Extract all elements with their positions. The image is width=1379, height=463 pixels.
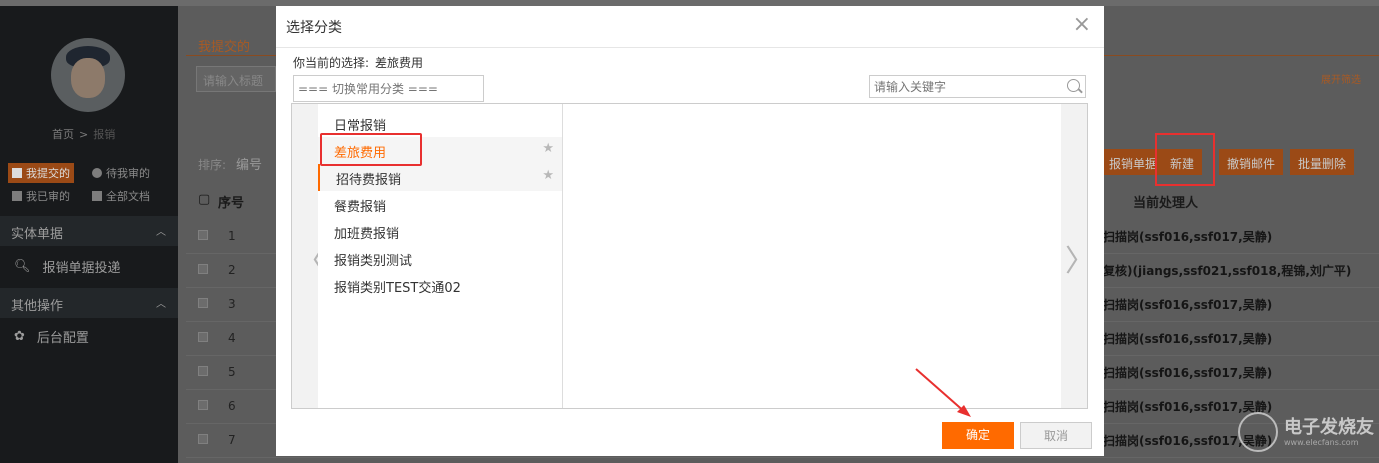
row-handler: 扫描岗(ssf016,ssf017,吴静) — [1103, 298, 1273, 312]
new-button-highlight — [1155, 133, 1215, 186]
breadcrumb-home[interactable]: 首页 — [52, 128, 74, 141]
close-icon[interactable]: × — [1073, 14, 1091, 36]
edit-icon — [12, 168, 22, 178]
row-seq: 6 — [228, 399, 236, 413]
nav-to-review-label: 待我审的 — [106, 167, 150, 180]
chevron-right-icon: 〉 — [1065, 244, 1095, 279]
category-item[interactable]: 报销类别TEST交通02 — [318, 272, 562, 299]
search-icon: 🔍︎ — [14, 259, 31, 274]
column-header-handler: 当前处理人 — [1133, 196, 1199, 211]
chevron-up-icon: ︿ — [156, 299, 166, 310]
row-checkbox[interactable] — [198, 434, 208, 444]
sort-label: 排序: — [198, 158, 227, 172]
gear-icon: ✿ — [14, 329, 25, 344]
category-label: 招待费报销 — [336, 173, 402, 188]
user-icon — [92, 168, 102, 178]
star-icon[interactable]: ★ — [542, 141, 554, 156]
prev-page-button[interactable]: 〈 — [292, 104, 326, 408]
category-label: 餐费报销 — [334, 200, 387, 215]
section-other-ops[interactable]: 其他操作 ︿ — [0, 288, 178, 318]
sidebar-item-doc-delivery-label: 报销单据投递 — [42, 261, 121, 276]
breadcrumb: 首页 > 报销 — [52, 126, 115, 142]
category-label: 报销类别TEST交通02 — [334, 281, 461, 296]
watermark-url: www.elecfans.com — [1284, 437, 1359, 447]
row-handler: 复核)(jiangs,ssf021,ssf018,程锦,刘广平) — [1103, 264, 1352, 278]
row-checkbox[interactable] — [198, 366, 208, 376]
sidebar-item-doc-delivery[interactable]: 🔍︎ 报销单据投递 — [14, 257, 121, 276]
batch-delete-button[interactable]: 批量删除 — [1290, 149, 1355, 175]
row-seq: 3 — [228, 297, 236, 311]
category-label: 报销类别测试 — [334, 254, 413, 269]
cancel-button[interactable]: 取消 — [1020, 422, 1092, 449]
brand-logo-icon — [1238, 412, 1278, 452]
next-page-button[interactable]: 〉 — [1061, 104, 1095, 408]
category-item[interactable]: 加班费报销 — [318, 218, 562, 245]
section-other-ops-title: 其他操作 — [11, 299, 64, 314]
row-checkbox[interactable] — [198, 230, 208, 240]
sort-code-option[interactable]: 编号 — [236, 158, 262, 173]
watermark: 电子发烧友 www.elecfans.com — [1238, 412, 1374, 452]
section-entity-docs-title: 实体单据 — [11, 227, 64, 242]
breadcrumb-separator: > — [79, 128, 89, 141]
dialog-title: 选择分类 — [286, 20, 342, 36]
nav-my-submitted-label: 我提交的 — [26, 167, 70, 180]
nav-reviewed[interactable]: 我已审的 — [12, 188, 70, 204]
row-handler: 扫描岗(ssf016,ssf017,吴静) — [1103, 332, 1273, 346]
current-selection-value: 差旅费用 — [375, 56, 424, 70]
revoke-email-button[interactable]: 撤销邮件 — [1219, 149, 1284, 175]
nav-my-submitted[interactable]: 我提交的 — [8, 163, 74, 183]
sidebar-item-backend-config-label: 后台配置 — [36, 331, 89, 346]
current-selection: 你当前的选择: 差旅费用 — [293, 54, 423, 71]
category-item[interactable]: 餐费报销 — [318, 191, 562, 218]
nav-reviewed-label: 我已审的 — [26, 190, 70, 203]
select-all-checkbox[interactable]: ▢ — [198, 192, 210, 207]
column-header-seq: 序号 — [218, 196, 245, 211]
dialog-divider — [276, 47, 1104, 48]
category-item[interactable]: 招待费报销 ★ — [318, 164, 562, 191]
category-label: 加班费报销 — [334, 227, 400, 242]
watermark-text: 电子发烧友 www.elecfans.com — [1284, 416, 1374, 447]
category-item[interactable]: 报销类别测试 — [318, 245, 562, 272]
row-checkbox[interactable] — [198, 332, 208, 342]
keyword-search-input[interactable] — [869, 75, 1086, 98]
row-seq: 2 — [228, 263, 236, 277]
star-icon[interactable]: ★ — [542, 168, 554, 183]
current-selection-label: 你当前的选择: — [293, 56, 370, 70]
sort-bar: 排序: 编号 — [198, 154, 262, 173]
sidebar-item-backend-config[interactable]: ✿ 后台配置 — [14, 327, 89, 346]
row-seq: 4 — [228, 331, 236, 345]
row-handler: 扫描岗(ssf016,ssf017,吴静) — [1103, 230, 1273, 244]
common-category-switch[interactable] — [293, 75, 484, 102]
sidebar: 首页 > 报销 我提交的 待我审的 我已审的 全部文档 实体单据 ︿ 🔍︎ 报销单据投递… — [0, 6, 178, 463]
category-label: 日常报销 — [334, 119, 387, 134]
row-checkbox[interactable] — [198, 264, 208, 274]
search-icon[interactable] — [1067, 79, 1080, 92]
section-entity-docs[interactable]: 实体单据 ︿ — [0, 216, 178, 246]
row-seq: 7 — [228, 433, 236, 447]
select-category-dialog: 选择分类 × 你当前的选择: 差旅费用 〈 日常报销 差旅费用 ★ 招待费报销 ★ 餐… — [276, 6, 1104, 456]
selected-category-highlight — [320, 133, 422, 166]
row-handler: 扫描岗(ssf016,ssf017,吴静) — [1103, 366, 1273, 380]
user-avatar[interactable] — [51, 38, 125, 112]
tab-my-submitted[interactable]: 我提交的 — [198, 36, 250, 55]
watermark-title: 电子发烧友 — [1284, 416, 1374, 438]
breadcrumb-current: 报销 — [93, 128, 116, 141]
document-icon — [12, 191, 22, 201]
avatar-face — [71, 58, 105, 98]
row-checkbox[interactable] — [198, 400, 208, 410]
nav-all-docs[interactable]: 全部文档 — [92, 188, 150, 204]
expand-filter-link[interactable]: 展开筛选 — [1321, 71, 1361, 86]
nav-to-review[interactable]: 待我审的 — [92, 165, 150, 181]
archive-icon — [92, 191, 102, 201]
row-checkbox[interactable] — [198, 298, 208, 308]
confirm-button[interactable]: 确定 — [942, 422, 1014, 449]
title-input[interactable]: 请输入标题 — [196, 66, 276, 92]
nav-all-docs-label: 全部文档 — [106, 190, 150, 203]
chevron-up-icon: ︿ — [156, 227, 166, 238]
row-seq: 5 — [228, 365, 236, 379]
row-seq: 1 — [228, 229, 236, 243]
